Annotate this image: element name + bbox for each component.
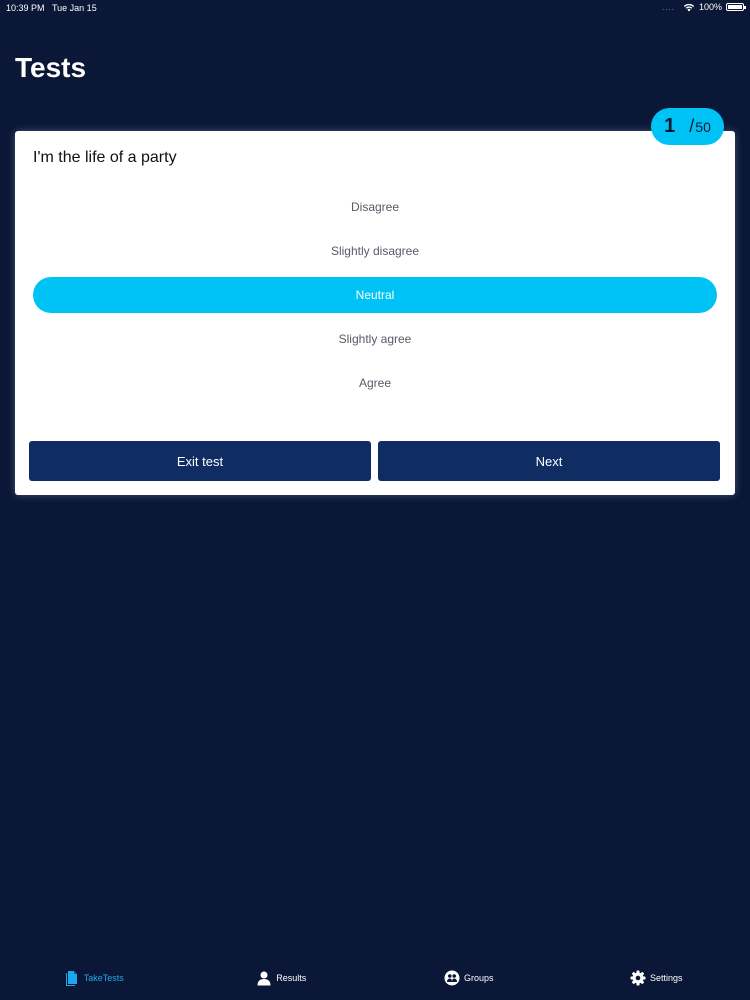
option-slightly-agree[interactable]: Slightly agree (33, 321, 717, 357)
battery-percent: 100% (698, 2, 722, 12)
option-label: Neutral (355, 288, 395, 302)
progress-current: 1 (664, 115, 676, 137)
document-icon (65, 970, 77, 986)
tab-groups[interactable]: Groups (375, 955, 563, 1000)
exit-test-button[interactable]: Exit test (29, 441, 371, 481)
tab-label: Results (276, 972, 307, 983)
option-label: Slightly disagree (330, 244, 420, 258)
progress-total: 50 (695, 119, 711, 135)
tab-label: Groups (463, 972, 494, 983)
tab-label: Settings (649, 972, 683, 983)
option-neutral[interactable]: Neutral (33, 277, 717, 313)
option-agree[interactable]: Agree (33, 365, 717, 401)
tab-take-tests[interactable]: TakeTests (0, 955, 188, 1000)
option-label: Slightly agree (338, 332, 412, 346)
status-time: 10:39 PM (6, 3, 45, 13)
gear-icon (630, 970, 646, 985)
group-icon (444, 970, 460, 985)
status-bar: 10:39 PM Tue Jan 15 .... 100% (0, 0, 750, 16)
tab-settings[interactable]: Settings (563, 955, 750, 1000)
tab-results[interactable]: Results (188, 955, 376, 1000)
multitasking-dots: .... (662, 2, 675, 12)
status-date: Tue Jan 15 (52, 3, 97, 13)
question-card: I'm the life of a party Disagree Slightl… (15, 131, 735, 495)
tab-bar: TakeTests Results Groups Settings (0, 955, 750, 1000)
progress-badge: 1 /50 (651, 108, 724, 145)
status-indicators: .... 100% (662, 2, 746, 12)
battery-icon (726, 3, 746, 11)
answer-options: Disagree Slightly disagree Neutral Sligh… (33, 189, 717, 409)
question-text: I'm the life of a party (33, 149, 177, 166)
option-slightly-disagree[interactable]: Slightly disagree (33, 233, 717, 269)
option-label: Agree (358, 376, 392, 390)
page-title: Tests (15, 52, 87, 83)
progress-slash: / (689, 116, 695, 136)
option-disagree[interactable]: Disagree (33, 189, 717, 225)
person-icon (257, 971, 271, 985)
wifi-icon (683, 3, 695, 11)
option-label: Disagree (350, 200, 400, 214)
tab-label: TakeTests (83, 972, 124, 983)
next-button[interactable]: Next (378, 441, 720, 481)
